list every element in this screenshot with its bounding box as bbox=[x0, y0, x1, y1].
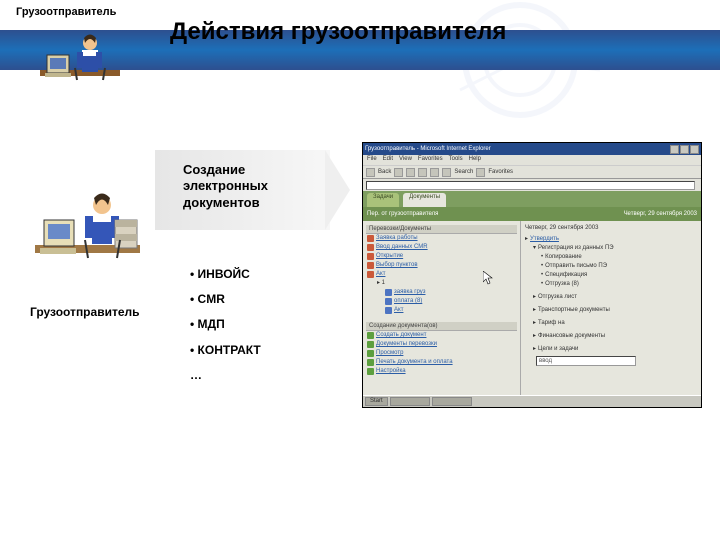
ss-toolbar: Back Search Favorites bbox=[363, 165, 701, 179]
action-icon bbox=[367, 359, 374, 366]
doc-icon bbox=[385, 307, 392, 314]
slide-title: Действия грузоотправителя bbox=[170, 18, 506, 46]
left-group-create: Создание документа(ов) bbox=[366, 322, 517, 331]
bullet-mdp: • МДП bbox=[190, 312, 261, 337]
text-item: Копирование bbox=[545, 253, 582, 262]
minimize-icon[interactable] bbox=[670, 145, 679, 154]
maximize-icon[interactable] bbox=[680, 145, 689, 154]
text-item: Финансовые документы bbox=[538, 332, 605, 341]
ss-page-header: Пер. от грузоотправителя Четверг, 29 сен… bbox=[363, 207, 701, 221]
arrow-text: Создание электронных документов bbox=[183, 162, 268, 211]
stop-icon[interactable] bbox=[406, 168, 415, 177]
ss-menubar: File Edit View Favorites Tools Help bbox=[363, 155, 701, 165]
action-icon bbox=[367, 332, 374, 339]
left-group-docs: Перевозки/Документы bbox=[366, 225, 517, 234]
text-item: Транспортные документы bbox=[538, 306, 610, 315]
doc-icon bbox=[385, 298, 392, 305]
approve-link[interactable]: Утвердить bbox=[530, 235, 559, 244]
date-header: Четверг, 29 сентября 2003 bbox=[525, 224, 598, 233]
cursor-icon bbox=[483, 271, 493, 285]
ss-window-buttons bbox=[670, 145, 699, 154]
tree-toggle[interactable]: ▸ bbox=[525, 235, 528, 244]
ss-taskbar: Start bbox=[363, 395, 701, 407]
doc-icon bbox=[367, 235, 374, 242]
text-item: Отгрузка лист bbox=[538, 293, 577, 302]
action-icon bbox=[367, 341, 374, 348]
shipper-label-mid: Грузоотправитель bbox=[30, 305, 140, 319]
text-item: Отгрузка (8) bbox=[545, 280, 579, 289]
arrow-create-docs: Создание электронных документов bbox=[155, 150, 330, 230]
tree-toggle[interactable]: ▸ 1 bbox=[377, 279, 385, 288]
ss-right-panel: Четверг, 29 сентября 2003 ▸Утвердить ▾Ре… bbox=[521, 221, 701, 397]
link-item[interactable]: Ввод данных CMR bbox=[376, 243, 428, 252]
right-input[interactable]: ввод bbox=[536, 356, 636, 366]
text-item: Регистрация из данных ПЭ bbox=[538, 244, 614, 253]
start-button[interactable]: Start bbox=[365, 397, 388, 406]
ss-addressbar bbox=[363, 179, 701, 191]
menu-tools[interactable]: Tools bbox=[449, 156, 463, 164]
ss-tabs: Задачи Документы bbox=[363, 191, 701, 207]
menu-edit[interactable]: Edit bbox=[383, 156, 393, 164]
bullet-invoice: • ИНВОЙС bbox=[190, 262, 261, 287]
address-field[interactable] bbox=[366, 181, 695, 190]
link-item[interactable]: Открытие bbox=[376, 252, 403, 261]
doc-icon bbox=[367, 244, 374, 251]
link-item[interactable]: оплата (8) bbox=[394, 297, 422, 306]
menu-file[interactable]: File bbox=[367, 156, 377, 164]
page-header-left: Пер. от грузоотправителя bbox=[367, 211, 438, 217]
ss-title: Грузоотправитель - Microsoft Internet Ex… bbox=[365, 146, 491, 152]
link-item[interactable]: Заявка работы bbox=[376, 234, 418, 243]
doc-icon bbox=[367, 253, 374, 260]
tab-tasks[interactable]: Задачи bbox=[367, 193, 399, 207]
search-icon[interactable] bbox=[442, 168, 451, 177]
back-label[interactable]: Back bbox=[378, 169, 391, 175]
doc-icon bbox=[385, 289, 392, 296]
text-item: Спецификация bbox=[545, 271, 587, 280]
ss-left-panel: Перевозки/Документы Заявка работы Ввод д… bbox=[363, 221, 521, 397]
action-icon bbox=[367, 350, 374, 357]
home-icon[interactable] bbox=[430, 168, 439, 177]
link-item[interactable]: Настройка bbox=[376, 367, 406, 376]
link-item[interactable]: Печать документа и оплата bbox=[376, 358, 453, 367]
doc-type-list: • ИНВОЙС • CMR • МДП • КОНТРАКТ … bbox=[190, 262, 261, 388]
forward-icon[interactable] bbox=[394, 168, 403, 177]
text-item: Отправить письмо ПЭ bbox=[545, 262, 607, 271]
doc-icon bbox=[367, 262, 374, 269]
ss-titlebar: Грузоотправитель - Microsoft Internet Ex… bbox=[363, 143, 701, 155]
refresh-icon[interactable] bbox=[418, 168, 427, 177]
clipart-person-desk-mid bbox=[30, 180, 145, 280]
taskbar-item[interactable] bbox=[390, 397, 430, 406]
link-item[interactable]: заявка груз bbox=[394, 288, 426, 297]
bullet-more: … bbox=[190, 363, 261, 388]
text-item: Тариф на bbox=[538, 319, 565, 328]
search-label[interactable]: Search bbox=[454, 169, 473, 175]
link-item[interactable]: Выбор пунктов bbox=[376, 261, 418, 270]
doc-icon bbox=[367, 271, 374, 278]
link-item[interactable]: Документы перевозки bbox=[376, 340, 437, 349]
menu-favorites[interactable]: Favorites bbox=[418, 156, 443, 164]
favorites-label[interactable]: Favorites bbox=[488, 169, 513, 175]
link-item[interactable]: Акт bbox=[394, 306, 403, 315]
link-item[interactable]: Акт bbox=[376, 270, 385, 279]
link-create-doc[interactable]: Создать документ bbox=[376, 331, 426, 340]
bullet-cmr: • CMR bbox=[190, 287, 261, 312]
bullet-contract: • КОНТРАКТ bbox=[190, 338, 261, 363]
menu-help[interactable]: Help bbox=[469, 156, 481, 164]
clipart-person-desk-top bbox=[35, 25, 125, 95]
tab-documents[interactable]: Документы bbox=[403, 193, 446, 207]
tree-toggle[interactable]: ▾ bbox=[533, 244, 536, 253]
app-screenshot: Грузоотправитель - Microsoft Internet Ex… bbox=[362, 142, 702, 408]
page-header-right: Четверг, 29 сентября 2003 bbox=[624, 211, 697, 217]
action-icon bbox=[367, 368, 374, 375]
shipper-label-top: Грузоотправитель bbox=[16, 6, 116, 18]
close-icon[interactable] bbox=[690, 145, 699, 154]
taskbar-item[interactable] bbox=[432, 397, 472, 406]
text-item: Цели и задачи bbox=[538, 345, 578, 354]
menu-view[interactable]: View bbox=[399, 156, 412, 164]
link-item[interactable]: Просмотр bbox=[376, 349, 403, 358]
favorites-icon[interactable] bbox=[476, 168, 485, 177]
back-icon[interactable] bbox=[366, 168, 375, 177]
